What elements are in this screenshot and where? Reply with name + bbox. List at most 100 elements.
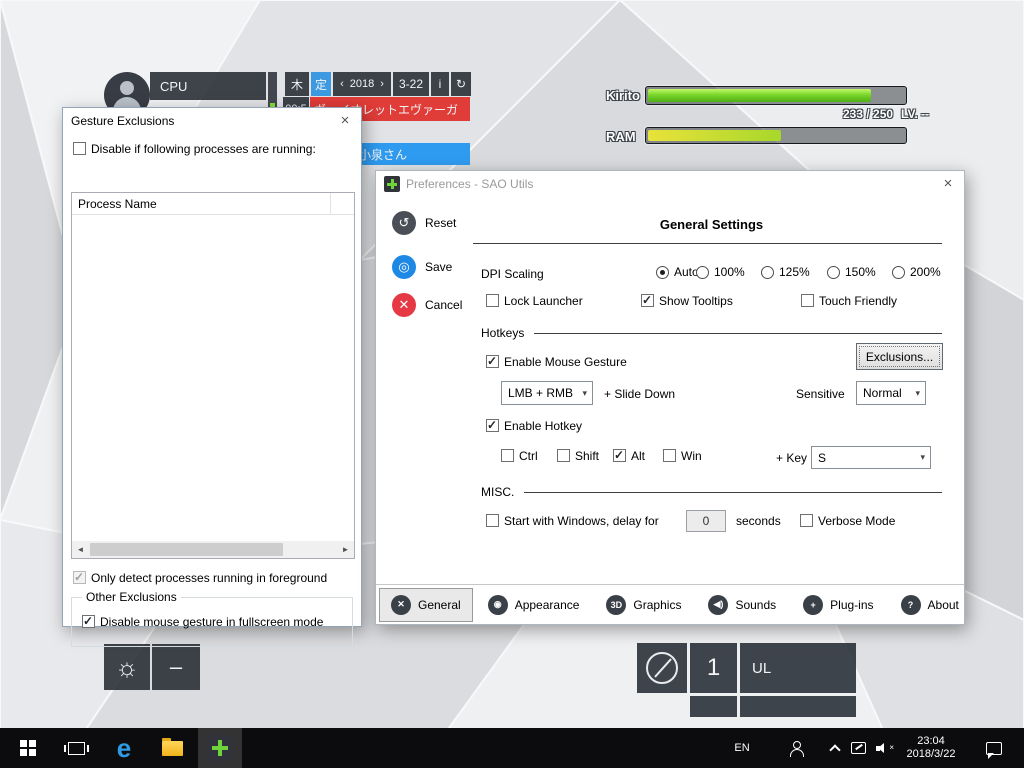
general-tab-icon: ✕ <box>391 595 411 615</box>
key-dropdown[interactable]: S▾ <box>811 446 931 469</box>
search-box[interactable]: UL <box>740 643 856 693</box>
cancel-icon: ✕ <box>392 293 416 317</box>
file-explorer-button[interactable] <box>152 728 192 768</box>
scroll-thumb[interactable] <box>90 543 283 556</box>
ram-bar-fill <box>648 130 781 141</box>
tab-general[interactable]: ✕General <box>379 588 473 622</box>
hotkeys-label: Hotkeys <box>481 326 524 340</box>
reset-icon: ↺ <box>392 211 416 235</box>
action-center-button[interactable] <box>976 728 1012 768</box>
checkbox-mod-shift[interactable]: Shift <box>557 449 599 463</box>
checkbox-box <box>613 449 626 462</box>
year-next-button[interactable]: › <box>380 78 384 90</box>
checkbox-box <box>800 514 813 527</box>
plugins-tab-icon: + <box>803 595 823 615</box>
checkbox-touch-friendly[interactable]: Touch Friendly <box>801 294 897 308</box>
checkbox-show-tooltips[interactable]: Show Tooltips <box>641 294 733 308</box>
volume-button[interactable]: × <box>872 728 898 768</box>
checkbox-verbose-mode[interactable]: Verbose Mode <box>800 514 895 528</box>
year-prev-button[interactable]: ‹ <box>340 78 344 90</box>
compass-button[interactable] <box>637 643 687 693</box>
info-button[interactable]: i <box>431 72 449 96</box>
cpu-label: CPU <box>160 79 187 94</box>
delay-input[interactable]: 0 <box>686 510 726 532</box>
checkbox-box <box>486 514 499 527</box>
graphics-tab-icon: 3D <box>606 595 626 615</box>
checkbox-enable-hotkey[interactable]: Enable Hotkey <box>486 419 582 433</box>
checkbox-mod-ctrl[interactable]: Ctrl <box>501 449 538 463</box>
save-label: Save <box>425 260 452 274</box>
slide-down-label: + Slide Down <box>604 387 675 401</box>
save-button[interactable]: ◎ Save <box>392 255 452 279</box>
checkbox-mod-win[interactable]: Win <box>663 449 702 463</box>
compass-icon <box>646 652 678 684</box>
radio-dpi-100[interactable]: 100% <box>696 265 745 279</box>
tab-sounds[interactable]: ◀)Sounds <box>696 588 788 622</box>
radio-dpi-150[interactable]: 150% <box>827 265 876 279</box>
radio-dot <box>761 266 774 279</box>
checkbox-box <box>486 419 499 432</box>
taskbar: e EN × 23:04 2018/3/22 <box>0 728 1024 768</box>
radio-dpi-125[interactable]: 125% <box>761 265 810 279</box>
start-button[interactable] <box>8 728 48 768</box>
preferences-close-button[interactable]: × <box>938 174 958 194</box>
checkbox-lock-launcher[interactable]: Lock Launcher <box>486 294 583 308</box>
language-indicator[interactable]: EN <box>728 728 756 768</box>
checkbox-disable-if-processes[interactable]: Disable if following processes are runni… <box>73 142 316 156</box>
cancel-button[interactable]: ✕ Cancel <box>392 293 462 317</box>
people-button[interactable] <box>782 728 810 768</box>
preferences-window-title: Preferences - SAO Utils <box>406 177 533 191</box>
hp-bar <box>645 86 907 105</box>
minimize-button[interactable]: – <box>152 644 200 690</box>
pen-tablet-icon <box>851 742 866 754</box>
dpi-scaling-label: DPI Scaling <box>481 267 544 281</box>
checkbox-label: Disable if following processes are runni… <box>91 142 316 156</box>
sensitive-dropdown[interactable]: Normal▾ <box>856 381 926 405</box>
page-number-box[interactable]: 1 <box>690 643 737 693</box>
sun-icon: ☼ <box>115 652 139 683</box>
misc-section-header: MISC. <box>481 485 942 499</box>
sao-utils-taskbar-button[interactable] <box>198 728 242 768</box>
windows-logo-icon <box>20 740 36 756</box>
tab-plugins[interactable]: +Plug-ins <box>791 588 885 622</box>
calendar-date: 3-22 <box>393 72 429 96</box>
checkbox-box <box>801 294 814 307</box>
checkbox-mod-alt[interactable]: Alt <box>613 449 645 463</box>
scroll-right-arrow[interactable]: ► <box>337 541 354 558</box>
section-rule <box>534 333 942 334</box>
preferences-tabbar: ✕General ◉Appearance 3DGraphics ◀)Sounds… <box>376 584 964 624</box>
exclusions-button[interactable]: Exclusions... <box>856 343 943 370</box>
checkbox-disable-fullscreen[interactable]: Disable mouse gesture in fullscreen mode <box>82 615 323 629</box>
scroll-left-arrow[interactable]: ◄ <box>72 541 89 558</box>
process-list[interactable]: Process Name ◄ ► <box>71 192 355 559</box>
checkbox-box <box>73 571 86 584</box>
tab-about[interactable]: ?About <box>889 588 971 622</box>
show-hidden-icons-button[interactable] <box>824 728 846 768</box>
task-view-button[interactable] <box>56 728 96 768</box>
task-view-icon <box>68 742 85 755</box>
gesture-combo-dropdown[interactable]: LMB + RMB▾ <box>501 381 593 405</box>
tab-appearance[interactable]: ◉Appearance <box>476 588 592 622</box>
player-name: Kirito <box>606 88 640 103</box>
checkbox-start-with-windows[interactable]: Start with Windows, delay for <box>486 514 659 528</box>
clock-tray[interactable]: 23:04 2018/3/22 <box>900 728 962 768</box>
horizontal-scrollbar[interactable]: ◄ ► <box>72 541 354 558</box>
tab-graphics[interactable]: 3DGraphics <box>594 588 693 622</box>
chevron-up-icon <box>829 744 840 755</box>
reset-button[interactable]: ↺ Reset <box>392 211 456 235</box>
chevron-down-icon: ▾ <box>920 452 925 463</box>
gesture-close-button[interactable]: × <box>335 111 355 131</box>
radio-dpi-200[interactable]: 200% <box>892 265 941 279</box>
checkbox-enable-mouse-gesture[interactable]: Enable Mouse Gesture <box>486 355 627 369</box>
refresh-button[interactable]: ↻ <box>451 72 471 96</box>
sao-utils-icon <box>207 735 233 761</box>
brightness-button[interactable]: ☼ <box>104 644 150 690</box>
windows-ink-button[interactable] <box>846 728 870 768</box>
gesture-titlebar[interactable]: Gesture Exclusions × <box>63 108 361 134</box>
edge-taskbar-button[interactable]: e <box>104 728 144 768</box>
radio-dot <box>892 266 905 279</box>
column-header-process-name[interactable]: Process Name <box>78 197 157 211</box>
preferences-titlebar[interactable]: Preferences - SAO Utils × <box>376 171 964 197</box>
hp-value: 233 / 250 <box>843 107 893 121</box>
radio-dpi-auto[interactable]: Auto <box>656 265 699 279</box>
